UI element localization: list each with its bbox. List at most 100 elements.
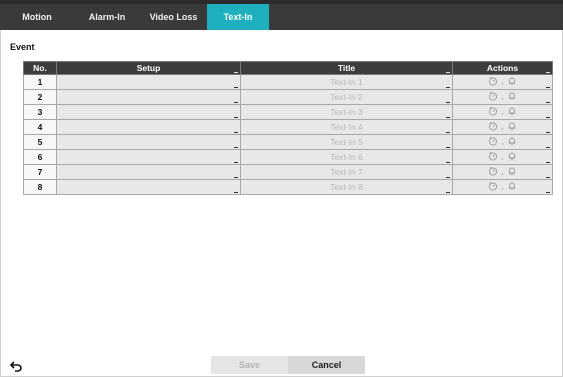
bell-icon [508, 122, 515, 131]
actions-cell[interactable]: , [452, 74, 553, 90]
bell-icon [508, 92, 515, 101]
row-number: 3 [23, 104, 57, 120]
title-menu-marker[interactable] [446, 117, 450, 118]
actions-menu-marker[interactable] [546, 162, 550, 163]
setup-menu-marker[interactable] [234, 132, 238, 133]
actions-menu-marker[interactable] [546, 147, 550, 148]
footer-bar: Save Cancel [0, 352, 563, 377]
actions-cell[interactable]: , [452, 89, 553, 105]
table-row: 8 Text-In 8, [23, 179, 553, 195]
section-title: Event [10, 42, 35, 52]
column-corner-marker [546, 72, 550, 73]
column-header-no: No. [23, 61, 57, 75]
setup-menu-marker[interactable] [234, 117, 238, 118]
setup-cell[interactable] [56, 164, 241, 180]
timer-icon [489, 166, 498, 176]
actions-menu-marker[interactable] [546, 177, 550, 178]
actions-cell[interactable]: , [452, 104, 553, 120]
setup-menu-marker[interactable] [234, 147, 238, 148]
title-menu-marker[interactable] [446, 132, 450, 133]
setup-cell[interactable] [56, 134, 241, 150]
actions-separator: , [501, 121, 504, 131]
actions-menu-marker[interactable] [546, 102, 550, 103]
event-table: No. Setup Title Actions 1 Text-In 1, 2 Text… [23, 61, 553, 195]
title-cell[interactable]: Text-In 7 [240, 164, 453, 180]
title-menu-marker[interactable] [446, 192, 450, 193]
actions-cell[interactable]: , [452, 164, 553, 180]
row-number: 5 [23, 134, 57, 150]
timer-icon [489, 76, 498, 86]
bell-icon [508, 152, 515, 161]
setup-cell[interactable] [56, 179, 241, 195]
actions-icons: , [488, 151, 516, 161]
title-cell[interactable]: Text-In 1 [240, 74, 453, 90]
save-button[interactable]: Save [211, 356, 288, 374]
setup-cell[interactable] [56, 149, 241, 165]
table-row: 4 Text-In 4, [23, 119, 553, 135]
title-cell[interactable]: Text-In 4 [240, 119, 453, 135]
timer-icon [489, 181, 498, 191]
back-button[interactable] [9, 359, 23, 373]
title-cell[interactable]: Text-In 3 [240, 104, 453, 120]
column-header-title[interactable]: Title [240, 61, 453, 75]
back-arrow-icon [10, 360, 22, 372]
actions-cell[interactable]: , [452, 149, 553, 165]
title-cell[interactable]: Text-In 6 [240, 149, 453, 165]
tab-motion[interactable]: Motion [0, 4, 74, 30]
title-cell[interactable]: Text-In 2 [240, 89, 453, 105]
title-menu-marker[interactable] [446, 87, 450, 88]
setup-cell[interactable] [56, 74, 241, 90]
setup-cell[interactable] [56, 104, 241, 120]
bell-icon [508, 77, 515, 86]
timer-icon [489, 136, 498, 146]
tab-alarm-in[interactable]: Alarm-In [74, 4, 140, 30]
timer-icon [489, 91, 498, 101]
column-header-setup[interactable]: Setup [56, 61, 241, 75]
tab-text-in[interactable]: Text-In [207, 4, 269, 30]
title-menu-marker[interactable] [446, 102, 450, 103]
table-row: 6 Text-In 6, [23, 149, 553, 165]
actions-icons: , [488, 166, 516, 176]
actions-separator: , [501, 181, 504, 191]
setup-menu-marker[interactable] [234, 102, 238, 103]
row-number: 1 [23, 74, 57, 90]
table-row: 2 Text-In 2, [23, 89, 553, 105]
setup-cell[interactable] [56, 119, 241, 135]
timer-icon [489, 151, 498, 161]
actions-icons: , [488, 91, 516, 101]
actions-icons: , [488, 76, 516, 86]
actions-cell[interactable]: , [452, 119, 553, 135]
setup-menu-marker[interactable] [234, 87, 238, 88]
column-corner-marker [234, 72, 238, 73]
actions-cell[interactable]: , [452, 179, 553, 195]
title-cell[interactable]: Text-In 5 [240, 134, 453, 150]
title-menu-marker[interactable] [446, 177, 450, 178]
actions-separator: , [501, 91, 504, 101]
actions-icons: , [488, 106, 516, 116]
actions-separator: , [501, 166, 504, 176]
setup-cell[interactable] [56, 89, 241, 105]
row-number: 8 [23, 179, 57, 195]
setup-menu-marker[interactable] [234, 192, 238, 193]
tab-bar: Motion Alarm-In Video Loss Text-In [0, 0, 563, 30]
title-menu-marker[interactable] [446, 147, 450, 148]
actions-menu-marker[interactable] [546, 132, 550, 133]
column-corner-marker [446, 72, 450, 73]
title-cell[interactable]: Text-In 8 [240, 179, 453, 195]
title-menu-marker[interactable] [446, 162, 450, 163]
setup-menu-marker[interactable] [234, 177, 238, 178]
cancel-button[interactable]: Cancel [288, 356, 365, 374]
table-row: 1 Text-In 1, [23, 74, 553, 90]
setup-menu-marker[interactable] [234, 162, 238, 163]
actions-separator: , [501, 76, 504, 86]
tab-video-loss[interactable]: Video Loss [140, 4, 207, 30]
actions-separator: , [501, 151, 504, 161]
actions-cell[interactable]: , [452, 134, 553, 150]
actions-menu-marker[interactable] [546, 117, 550, 118]
table-row: 5 Text-In 5, [23, 134, 553, 150]
bell-icon [508, 137, 515, 146]
actions-menu-marker[interactable] [546, 192, 550, 193]
bell-icon [508, 107, 515, 116]
column-header-actions[interactable]: Actions [452, 61, 553, 75]
actions-menu-marker[interactable] [546, 87, 550, 88]
